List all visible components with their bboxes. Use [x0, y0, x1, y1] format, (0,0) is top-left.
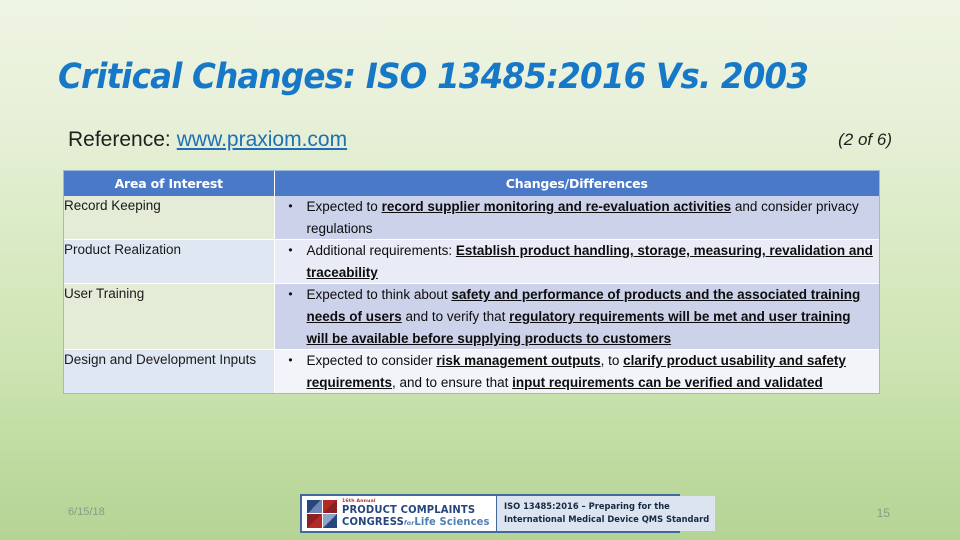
cell-changes-differences: • Expected to consider risk management ou… [274, 349, 880, 394]
table-row: User Training • Expected to think about sa… [64, 283, 880, 351]
cell-area-of-interest: Record Keeping [64, 196, 275, 241]
table-header-row: Area of Interest Changes/Differences [64, 171, 879, 196]
reference-line: Reference: www.praxiom.com [68, 128, 347, 152]
bullet-point-icon: • [288, 353, 293, 368]
bullet-text: Expected to think about safety and perfo… [307, 284, 880, 349]
cell-changes-differences: • Expected to think about safety and perf… [274, 283, 880, 351]
congress-logo-icon [307, 499, 337, 528]
logo-square-top-right [322, 499, 337, 513]
badge-title-line1: PRODUCT COMPLAINTS [342, 504, 476, 517]
changes-table: Area of Interest Changes/Differences Rec… [64, 171, 880, 394]
reference-label: Reference: [68, 128, 171, 151]
column-header-area-of-interest: Area of Interest [64, 171, 275, 196]
plain-phrase: , and to ensure that [392, 374, 513, 390]
bullet-text: Expected to record supplier monitoring a… [307, 196, 880, 239]
footer-conference-badge: 16th Annual PRODUCT COMPLAINTS CONGRESSf… [300, 494, 716, 533]
changes-table-container: Area of Interest Changes/Differences Rec… [63, 170, 880, 395]
page-title: Critical Changes: ISO 13485:2016 Vs. 200… [58, 57, 809, 97]
plain-phrase: Expected to [306, 199, 382, 214]
badge-life-sciences-word: Life Sciences [414, 516, 490, 529]
badge-iso-section: ISO 13485:2016 – Preparing for the Inter… [496, 496, 716, 531]
bullet-point-icon: • [288, 243, 293, 258]
cell-area-of-interest: User Training [64, 283, 275, 351]
badge-title-line2: CONGRESSforLife Sciences [342, 517, 490, 527]
emphasized-phrase: record supplier monitoring and re-evalua… [381, 199, 732, 214]
badge-iso-line2: International Medical Device QMS Standar… [503, 514, 709, 525]
plain-phrase: Expected to consider [306, 353, 437, 369]
bullet-item: • Additional requirements: Establish prod… [275, 240, 880, 283]
bullet-point-icon: • [288, 287, 293, 302]
plain-phrase: Expected to think about [306, 287, 452, 303]
table-row: Design and Development Inputs • Expected t… [64, 349, 880, 394]
bullet-text: Expected to consider risk management out… [307, 350, 880, 393]
logo-square-top-left [307, 499, 322, 513]
column-header-changes-differences: Changes/Differences [274, 171, 879, 196]
emphasized-phrase: input requirements can be verified and v… [512, 374, 823, 390]
table-row: Record Keeping • Expected to record suppli… [64, 196, 880, 241]
bullet-point-icon: • [288, 199, 293, 213]
slide-number: 15 [876, 506, 890, 520]
bullet-item: • Expected to think about safety and perf… [275, 284, 880, 349]
reference-link[interactable]: www.praxiom.com [177, 128, 347, 151]
logo-square-bottom-left [307, 514, 322, 528]
table-header: Area of Interest Changes/Differences [64, 171, 879, 196]
cell-changes-differences: • Additional requirements: Establish prod… [274, 239, 880, 285]
cell-area-of-interest: Product Realization [64, 239, 275, 285]
badge-logo-text: 16th Annual PRODUCT COMPLAINTS CONGRESSf… [342, 499, 496, 528]
date-stamp: 6/15/18 [68, 506, 105, 518]
cell-area-of-interest: Design and Development Inputs [64, 349, 275, 394]
bullet-item: • Expected to record supplier monitoring … [275, 196, 880, 239]
plain-phrase: , to [600, 353, 624, 369]
cell-changes-differences: • Expected to record supplier monitoring … [274, 196, 880, 241]
table-body: Record Keeping • Expected to record suppli… [64, 196, 880, 394]
badge-congress-word: CONGRESS [342, 516, 404, 529]
table-row: Product Realization • Additional requireme… [64, 239, 880, 285]
badge-for-word: for [403, 519, 415, 528]
badge-iso-line1: ISO 13485:2016 – Preparing for the [503, 502, 670, 513]
slide-canvas: Critical Changes: ISO 13485:2016 Vs. 200… [0, 0, 960, 540]
logo-square-bottom-right [322, 514, 337, 528]
bullet-item: • Expected to consider risk management ou… [275, 350, 880, 393]
page-count-indicator: (2 of 6) [838, 130, 892, 149]
plain-phrase: Additional requirements: [306, 243, 456, 259]
plain-phrase: and to verify that [401, 308, 510, 324]
badge-logo-section: 16th Annual PRODUCT COMPLAINTS CONGRESSf… [302, 496, 497, 531]
emphasized-phrase: risk management outputs [436, 353, 601, 369]
bullet-text: Additional requirements: Establish produ… [307, 240, 880, 283]
